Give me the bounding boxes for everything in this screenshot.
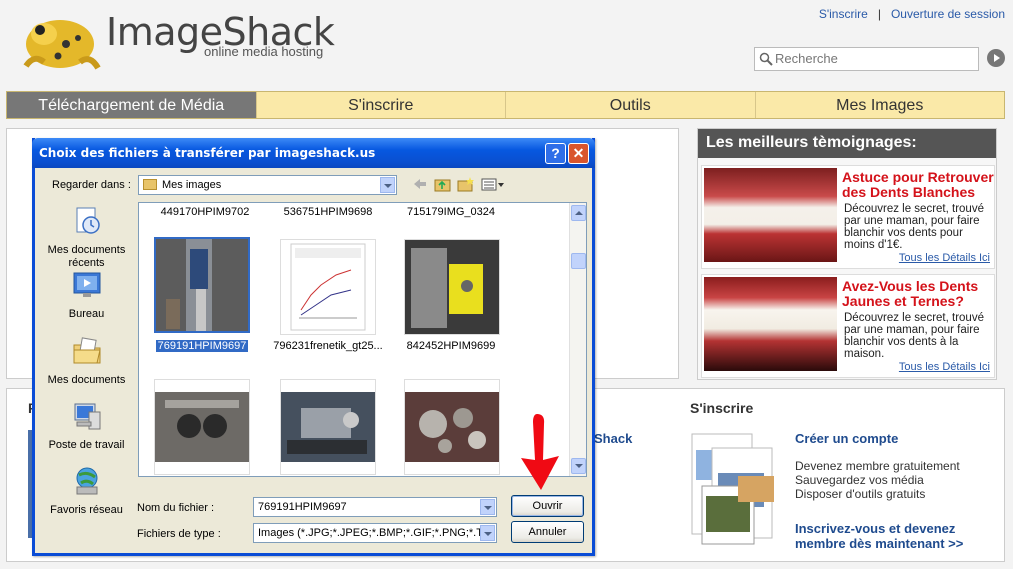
top-links: S'inscrire | Ouverture de session: [819, 7, 1005, 21]
ad-more-link[interactable]: Tous les Détails Ici: [899, 361, 990, 373]
ad-desc: Découvrez le secret, trouvé par une mama…: [844, 203, 984, 251]
close-button[interactable]: ✕: [568, 143, 589, 164]
search-placeholder: Recherche: [775, 51, 838, 66]
place-label: Mes documents: [47, 374, 126, 386]
ad-whitening[interactable]: Astuce pour Retrouver des Dents Blanches…: [701, 165, 995, 269]
place-label: Mes documents récents: [47, 244, 126, 269]
file-name[interactable]: 449170HPIM9702: [145, 206, 265, 218]
ad-smile-image: [704, 168, 837, 262]
filetype-label: Fichiers de type :: [137, 528, 221, 540]
dialog-title: Choix des fichiers à transférer par imag…: [39, 146, 376, 160]
photo-engine-bay-icon: [281, 392, 375, 462]
photo-document-chart-icon: [290, 243, 366, 331]
link-separator: |: [877, 7, 881, 21]
benefits-list: Devenez membre gratuitement Sauvegardez …: [795, 459, 960, 501]
signup-cta-link[interactable]: Inscrivez-vous et devenez membre dès mai…: [795, 521, 995, 551]
photo-yellow-caliper-icon: [405, 240, 499, 334]
ad-title[interactable]: Avez-Vous les Dents Jaunes et Ternes?: [842, 279, 994, 309]
folder-icon: [143, 179, 157, 190]
file-name[interactable]: 842452HPIM9699: [391, 340, 511, 352]
benefit-item: Disposer d'outils gratuits: [795, 487, 926, 501]
filename-label: Nom du fichier :: [137, 502, 215, 514]
scroll-thumb[interactable]: [571, 253, 586, 269]
place-recent[interactable]: Mes documents récents: [39, 205, 134, 270]
back-icon[interactable]: [411, 176, 429, 192]
search-icon: [759, 52, 773, 66]
desktop-icon: [73, 272, 100, 297]
filename-input[interactable]: 769191HPIM9697: [253, 497, 497, 517]
signup-heading: S'inscrire: [690, 400, 754, 416]
ad-teeth-image: [704, 277, 837, 371]
chevron-down-icon[interactable]: [480, 499, 495, 515]
file-thumbnail[interactable]: [404, 239, 500, 335]
tab-my-images[interactable]: Mes Images: [754, 92, 1004, 118]
new-folder-icon[interactable]: [457, 176, 475, 192]
filetype-select[interactable]: Images (*.JPG;*.JPEG;*.BMP;*.GIF;*.PNG;*…: [253, 523, 497, 543]
search-input[interactable]: Recherche: [754, 47, 979, 71]
cancel-button[interactable]: Annuler: [511, 521, 584, 543]
testimonials-heading: Les meilleurs tèmoignages:: [698, 129, 996, 158]
recent-documents-icon: [76, 207, 100, 234]
filetype-value: Images (*.JPG;*.JPEG;*.BMP;*.GIF;*.PNG;*…: [258, 527, 493, 539]
place-my-computer[interactable]: Poste de travail: [39, 400, 134, 452]
chevron-down-icon[interactable]: [380, 177, 395, 193]
computer-icon: [74, 403, 100, 430]
vertical-scrollbar[interactable]: [569, 203, 586, 476]
look-in-label: Regarder dans :: [52, 179, 131, 191]
photo-shock-absorber-icon: [156, 239, 248, 331]
help-button[interactable]: ?: [545, 143, 566, 164]
gallery-illustration-icon: [691, 433, 774, 545]
scroll-up-button[interactable]: [571, 205, 586, 221]
file-name[interactable]: 796231frenetik_gt25...: [268, 340, 388, 352]
file-name[interactable]: 715179IMG_0324: [391, 206, 511, 218]
file-thumbnail[interactable]: [280, 239, 376, 335]
photo-engine-block-icon: [155, 392, 249, 462]
file-name[interactable]: 536751HPIM9698: [268, 206, 388, 218]
create-account-link[interactable]: Créer un compte: [795, 431, 898, 446]
chevron-down-icon[interactable]: [480, 525, 495, 541]
brand-tagline: online media hosting: [204, 44, 324, 59]
red-arrow-annotation-icon: [521, 414, 559, 490]
place-desktop[interactable]: Bureau: [39, 269, 134, 321]
file-thumbnail[interactable]: [280, 379, 376, 475]
tab-upload[interactable]: Téléchargement de Média: [7, 92, 256, 118]
frog-logo-icon: [23, 20, 101, 70]
network-places-icon: [76, 467, 97, 495]
benefit-item: Sauvegardez vos média: [795, 473, 924, 487]
scroll-down-button[interactable]: [571, 458, 586, 474]
search-go-button[interactable]: [987, 49, 1005, 67]
testimonials-box: Les meilleurs tèmoignages: Astuce pour R…: [697, 128, 997, 380]
place-label: Favoris réseau: [50, 504, 123, 516]
look-in-select[interactable]: Mes images: [138, 175, 397, 195]
file-name-selected[interactable]: 769191HPIM9697: [142, 340, 262, 352]
dialog-titlebar[interactable]: Choix des fichiers à transférer par imag…: [32, 138, 595, 168]
file-open-dialog: Choix des fichiers à transférer par imag…: [32, 138, 595, 556]
open-button[interactable]: Ouvrir: [511, 495, 584, 517]
place-label: Poste de travail: [48, 439, 125, 451]
ad-yellow-teeth[interactable]: Avez-Vous les Dents Jaunes et Ternes? Dé…: [701, 274, 995, 378]
place-network[interactable]: Favoris réseau: [39, 465, 134, 517]
imageshack-fragment[interactable]: Shack: [594, 431, 632, 446]
photo-parts-icon: [405, 392, 499, 462]
ad-title[interactable]: Astuce pour Retrouver des Dents Blanches: [842, 170, 994, 200]
benefit-item: Devenez membre gratuitement: [795, 459, 960, 473]
up-folder-icon[interactable]: [434, 176, 452, 192]
main-nav: Téléchargement de Média S'inscrire Outil…: [6, 91, 1005, 119]
look-in-value: Mes images: [162, 179, 222, 191]
place-my-documents[interactable]: Mes documents: [39, 335, 134, 387]
filename-value: 769191HPIM9697: [258, 501, 347, 513]
file-thumbnail[interactable]: [154, 379, 250, 475]
signup-link[interactable]: S'inscrire: [819, 7, 868, 21]
file-thumbnail[interactable]: [154, 237, 250, 333]
view-menu-icon[interactable]: [481, 176, 505, 192]
places-bar: Mes documents récents Bureau Mes documen…: [39, 201, 134, 541]
file-thumbnail[interactable]: [404, 379, 500, 475]
ad-desc: Découvrez le secret, trouvé par une mama…: [844, 312, 984, 360]
tab-tools[interactable]: Outils: [505, 92, 755, 118]
login-link[interactable]: Ouverture de session: [891, 7, 1005, 21]
tab-signup[interactable]: S'inscrire: [255, 92, 505, 118]
ad-more-link[interactable]: Tous les Détails Ici: [899, 252, 990, 264]
place-label: Bureau: [68, 308, 105, 320]
my-documents-icon: [73, 337, 101, 364]
